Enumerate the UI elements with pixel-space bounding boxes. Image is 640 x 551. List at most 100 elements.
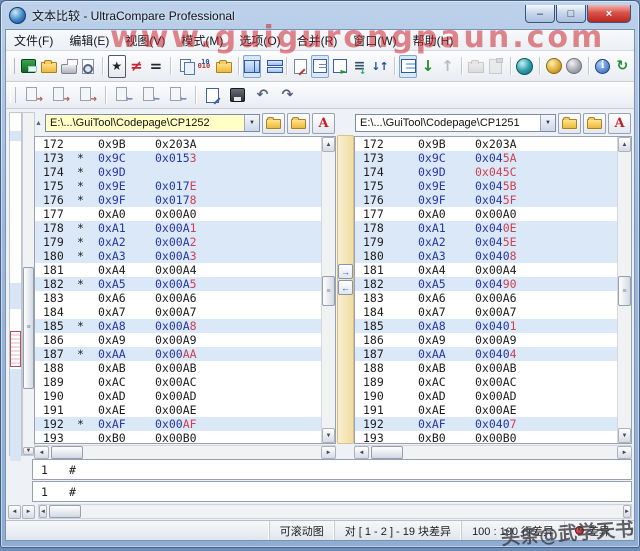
compare-row-190[interactable]: 190 0xAD 0x00AD	[35, 389, 321, 403]
close-button[interactable]: ×	[587, 5, 631, 23]
merge-next-left-button[interactable]: ←	[138, 83, 163, 107]
help-sphere-button[interactable]	[545, 55, 563, 78]
previous-difference-button[interactable]: ↑	[439, 55, 457, 78]
line-details-button[interactable]: ≡	[351, 55, 369, 78]
open-file-button[interactable]	[40, 55, 58, 78]
right-vertical-scrollbar[interactable]: ▲ ≡ ▼	[617, 137, 631, 443]
scroll-left-icon[interactable]: ◄	[354, 446, 369, 459]
menu-merge[interactable]: 合并(R)	[289, 32, 346, 49]
compare-row-193[interactable]: 193 0xB0 0x00B0	[35, 431, 321, 443]
compare-row-181[interactable]: 181 0xA4 0x00A4	[35, 263, 321, 277]
compare-row-184[interactable]: 184 0xA7 0x00A7	[35, 305, 321, 319]
compare-row-188[interactable]: 188 0xAB 0x00AB	[355, 361, 617, 375]
synchronized-scrolling-button[interactable]: ↓↑	[370, 55, 388, 78]
merge-panel-button[interactable]	[399, 54, 418, 78]
compare-row-178[interactable]: 178 0xA1 0x04 0E	[355, 221, 617, 235]
left-vscroll-thumb[interactable]: ≡	[322, 276, 335, 307]
scroll-down-icon[interactable]: ▼	[322, 428, 335, 443]
map-scroll-down-icon[interactable]: ▼	[23, 447, 34, 455]
copy-session-button[interactable]	[467, 55, 485, 78]
compare-row-186[interactable]: 186 0xA9 0x00A9	[35, 333, 321, 347]
left-recent-files-button[interactable]	[287, 112, 310, 134]
edit-mode-button[interactable]	[292, 55, 310, 78]
compare-row-173[interactable]: 173 * 0x9C 0x015 3	[35, 151, 321, 165]
edit-document-button[interactable]	[201, 84, 224, 107]
merge-next-right-button[interactable]: →	[48, 83, 73, 107]
compare-row-182[interactable]: 182 0xA5 0x04 90	[355, 277, 617, 291]
left-path-combobox[interactable]: E:\...\GuiTool\Codepage\CP1252 ▼	[45, 114, 260, 132]
right-hscroll-track[interactable]	[369, 446, 617, 459]
right-vscroll-thumb[interactable]: ≡	[618, 276, 631, 307]
chevron-down-icon[interactable]: ▼	[540, 115, 555, 131]
compare-row-185[interactable]: 185 * 0xA8 0x00A 8	[35, 319, 321, 333]
browse-view-button[interactable]	[331, 55, 349, 78]
scroll-down-icon[interactable]: ▼	[618, 428, 631, 443]
left-vertical-scrollbar[interactable]: ▲ ≡ ▼	[321, 137, 335, 443]
compare-row-188[interactable]: 188 0xAB 0x00AB	[35, 361, 321, 375]
pane-right-icon[interactable]: ►	[22, 504, 35, 519]
shared-horizontal-scrollbar[interactable]: ◄ ►	[38, 504, 632, 519]
compare-row-184[interactable]: 184 0xA7 0x00A7	[355, 305, 617, 319]
left-horizontal-scrollbar[interactable]: ◄ ►	[34, 445, 336, 459]
compare-row-186[interactable]: 186 0xA9 0x00A9	[355, 333, 617, 347]
right-path-combobox[interactable]: E:\...\GuiTool\Codepage\CP1251 ▼	[355, 114, 556, 132]
resize-grip[interactable]	[622, 524, 634, 537]
left-hscroll-thumb[interactable]	[51, 446, 83, 459]
right-line-detail[interactable]: 1 #	[32, 481, 632, 502]
compare-row-180[interactable]: 180 0xA3 0x040 8	[355, 249, 617, 263]
binary-compare-button[interactable]: 010	[195, 55, 213, 78]
compare-row-176[interactable]: 176 0x9F 0x04 5F	[355, 193, 617, 207]
compare-row-176[interactable]: 176 * 0x9F 0x017 8	[35, 193, 321, 207]
menu-edit[interactable]: 编辑(E)	[61, 32, 117, 49]
merge-block-right-button[interactable]: →	[21, 83, 46, 107]
shared-hscroll-track[interactable]	[47, 505, 623, 518]
menu-file[interactable]: 文件(F)	[6, 32, 61, 49]
print-button[interactable]	[60, 55, 78, 78]
compare-row-185[interactable]: 185 0xA8 0x040 1	[355, 319, 617, 333]
compare-row-180[interactable]: 180 * 0xA3 0x00A 3	[35, 249, 321, 263]
compare-row-175[interactable]: 175 * 0x9E 0x017 E	[35, 179, 321, 193]
pane-left-icon[interactable]: ◄	[8, 504, 21, 519]
show-all-button[interactable]: ★	[107, 54, 126, 78]
map-viewport-indicator[interactable]	[10, 331, 21, 367]
merge-block-left-button[interactable]: ←	[111, 83, 136, 107]
scroll-up-icon[interactable]: ▲	[618, 137, 631, 152]
menu-help[interactable]: 帮助(H)	[405, 32, 462, 49]
menu-mode[interactable]: 模式(M)	[173, 32, 231, 49]
scroll-right-icon[interactable]: ►	[617, 446, 632, 459]
left-font-button[interactable]: A	[312, 112, 335, 134]
left-open-file-button[interactable]	[262, 112, 285, 134]
refresh-button[interactable]: ↻	[614, 55, 632, 78]
scroll-up-icon[interactable]: ▲	[322, 137, 335, 152]
compare-row-178[interactable]: 178 * 0xA1 0x00A 1	[35, 221, 321, 235]
overview-map[interactable]	[9, 112, 22, 461]
compare-row-192[interactable]: 192 * 0xAF 0x00 AF	[35, 417, 321, 431]
show-matching-button[interactable]: =	[147, 55, 165, 78]
compare-row-189[interactable]: 189 0xAC 0x00AC	[355, 375, 617, 389]
scroll-right-icon[interactable]: ►	[321, 446, 336, 459]
compare-row-172[interactable]: 172 0x9B 0x203A	[35, 137, 321, 151]
compare-row-187[interactable]: 187 0xAA 0x040 4	[355, 347, 617, 361]
compare-row-179[interactable]: 179 * 0xA2 0x00A 2	[35, 235, 321, 249]
compare-row-189[interactable]: 189 0xAC 0x00AC	[35, 375, 321, 389]
paste-session-button[interactable]	[487, 55, 505, 78]
right-hscroll-thumb[interactable]	[371, 446, 403, 459]
vertical-layout-button[interactable]	[243, 54, 262, 78]
compare-row-183[interactable]: 183 0xA6 0x00A6	[35, 291, 321, 305]
scroll-left-icon[interactable]: ◄	[39, 505, 47, 518]
folder-compare-button[interactable]	[215, 55, 233, 78]
save-button[interactable]	[20, 55, 38, 78]
maximize-button[interactable]: □	[556, 5, 586, 23]
compare-row-192[interactable]: 192 0xAF 0x040 7	[355, 417, 617, 431]
compare-row-172[interactable]: 172 0x9B 0x203A	[355, 137, 617, 151]
right-recent-files-button[interactable]	[583, 112, 606, 134]
right-open-file-button[interactable]	[558, 112, 581, 134]
map-scrollbar-thumb[interactable]: ≡	[23, 266, 34, 389]
copy-block-right-button[interactable]: →	[338, 264, 353, 279]
right-vscroll-track[interactable]: ≡	[618, 152, 631, 428]
chevron-down-icon[interactable]: ▼	[244, 115, 259, 131]
merge-all-left-button[interactable]: ←	[165, 83, 190, 107]
info-button[interactable]	[594, 55, 612, 78]
compare-row-177[interactable]: 177 0xA0 0x00A0	[35, 207, 321, 221]
map-scrollbar-track[interactable]: ≡	[23, 113, 34, 447]
